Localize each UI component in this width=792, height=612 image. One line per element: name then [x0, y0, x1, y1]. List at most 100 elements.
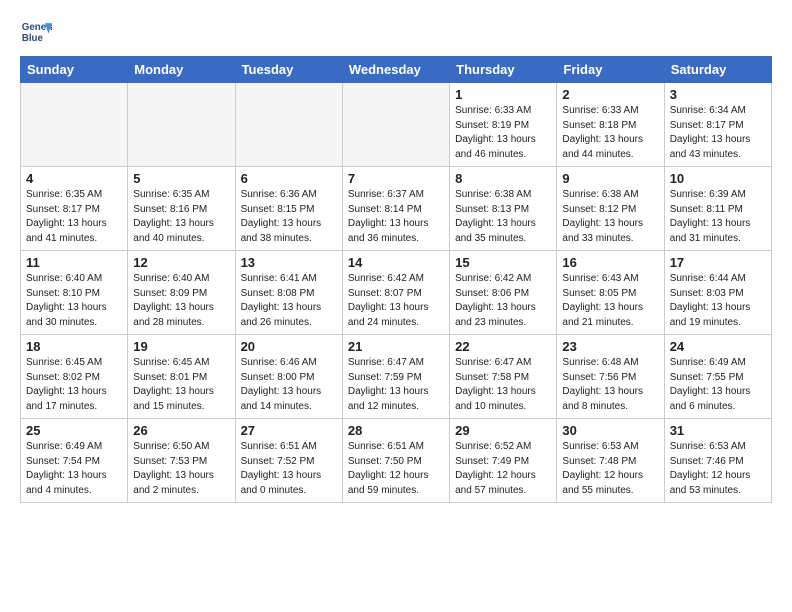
calendar-cell: 9Sunrise: 6:38 AM Sunset: 8:12 PM Daylig…: [557, 167, 664, 251]
calendar-cell: 3 Sunrise: 6:34 AM Sunset: 8:17 PM Daylig…: [664, 83, 771, 167]
day-number: 6: [241, 171, 337, 186]
day-number: 29: [455, 423, 551, 438]
day-info: Sunrise: 6:47 AM Sunset: 7:59 PM Dayligh…: [348, 356, 444, 414]
day-info: Sunrise: 6:43 AM Sunset: 8:05 PM Dayligh…: [562, 272, 658, 330]
day-info: Sunrise: 6:51 AM Sunset: 7:50 PM Dayligh…: [348, 440, 444, 498]
day-number: 27: [241, 423, 337, 438]
calendar-cell: 1Sunrise: 6:33 AM Sunset: 8:19 PM Daylig…: [450, 83, 557, 167]
calendar-cell: 2Sunrise: 6:33 AM Sunset: 8:18 PM Daylig…: [557, 83, 664, 167]
calendar-body: 1Sunrise: 6:33 AM Sunset: 8:19 PM Daylig…: [21, 83, 772, 503]
logo-icon: General Blue: [20, 16, 52, 48]
calendar-cell: 7 Sunrise: 6:37 AM Sunset: 8:14 PM Daylig…: [342, 167, 449, 251]
svg-text:Blue: Blue: [22, 33, 44, 44]
calendar-cell: 10 Sunrise: 6:39 AM Sunset: 8:11 PM Dayli…: [664, 167, 771, 251]
day-number: 7: [348, 171, 444, 186]
calendar-cell: 26 Sunrise: 6:50 AM Sunset: 7:53 PM Dayli…: [128, 419, 235, 503]
calendar-cell: [342, 83, 449, 167]
calendar-cell: 23Sunrise: 6:48 AM Sunset: 7:56 PM Dayli…: [557, 335, 664, 419]
day-info: Sunrise: 6:40 AM Sunset: 8:09 PM Dayligh…: [133, 272, 229, 330]
calendar-cell: 19Sunrise: 6:45 AM Sunset: 8:01 PM Dayli…: [128, 335, 235, 419]
calendar-cell: 12 Sunrise: 6:40 AM Sunset: 8:09 PM Dayli…: [128, 251, 235, 335]
column-header-saturday: Saturday: [664, 57, 771, 83]
calendar-header-row: SundayMondayTuesdayWednesdayThursdayFrid…: [21, 57, 772, 83]
day-info: Sunrise: 6:44 AM Sunset: 8:03 PM Dayligh…: [670, 272, 766, 330]
calendar-cell: 8 Sunrise: 6:38 AM Sunset: 8:13 PM Daylig…: [450, 167, 557, 251]
day-number: 26: [133, 423, 229, 438]
day-info: Sunrise: 6:46 AM Sunset: 8:00 PM Dayligh…: [241, 356, 337, 414]
day-number: 15: [455, 255, 551, 270]
calendar-cell: 30 Sunrise: 6:53 AM Sunset: 7:48 PM Dayli…: [557, 419, 664, 503]
calendar-cell: 17 Sunrise: 6:44 AM Sunset: 8:03 PM Dayli…: [664, 251, 771, 335]
calendar-week-4: 18Sunrise: 6:45 AM Sunset: 8:02 PM Dayli…: [21, 335, 772, 419]
day-info: Sunrise: 6:47 AM Sunset: 7:58 PM Dayligh…: [455, 356, 551, 414]
calendar-cell: 11 Sunrise: 6:40 AM Sunset: 8:10 PM Dayli…: [21, 251, 128, 335]
day-info: Sunrise: 6:42 AM Sunset: 8:06 PM Dayligh…: [455, 272, 551, 330]
calendar-cell: 18Sunrise: 6:45 AM Sunset: 8:02 PM Dayli…: [21, 335, 128, 419]
day-number: 22: [455, 339, 551, 354]
day-number: 24: [670, 339, 766, 354]
day-info: Sunrise: 6:49 AM Sunset: 7:55 PM Dayligh…: [670, 356, 766, 414]
column-header-friday: Friday: [557, 57, 664, 83]
day-number: 25: [26, 423, 122, 438]
day-info: Sunrise: 6:45 AM Sunset: 8:01 PM Dayligh…: [133, 356, 229, 414]
day-info: Sunrise: 6:50 AM Sunset: 7:53 PM Dayligh…: [133, 440, 229, 498]
calendar-cell: 29Sunrise: 6:52 AM Sunset: 7:49 PM Dayli…: [450, 419, 557, 503]
calendar-cell: 24 Sunrise: 6:49 AM Sunset: 7:55 PM Dayli…: [664, 335, 771, 419]
day-number: 11: [26, 255, 122, 270]
day-info: Sunrise: 6:49 AM Sunset: 7:54 PM Dayligh…: [26, 440, 122, 498]
column-header-tuesday: Tuesday: [235, 57, 342, 83]
calendar-cell: 21Sunrise: 6:47 AM Sunset: 7:59 PM Dayli…: [342, 335, 449, 419]
calendar-cell: [128, 83, 235, 167]
day-info: Sunrise: 6:48 AM Sunset: 7:56 PM Dayligh…: [562, 356, 658, 414]
day-number: 1: [455, 87, 551, 102]
calendar-cell: 4 Sunrise: 6:35 AM Sunset: 8:17 PM Daylig…: [21, 167, 128, 251]
day-info: Sunrise: 6:34 AM Sunset: 8:17 PM Dayligh…: [670, 104, 766, 162]
calendar-cell: [21, 83, 128, 167]
day-number: 16: [562, 255, 658, 270]
day-info: Sunrise: 6:37 AM Sunset: 8:14 PM Dayligh…: [348, 188, 444, 246]
day-number: 13: [241, 255, 337, 270]
calendar-cell: 20 Sunrise: 6:46 AM Sunset: 8:00 PM Dayli…: [235, 335, 342, 419]
calendar-week-5: 25 Sunrise: 6:49 AM Sunset: 7:54 PM Dayli…: [21, 419, 772, 503]
day-info: Sunrise: 6:36 AM Sunset: 8:15 PM Dayligh…: [241, 188, 337, 246]
column-header-monday: Monday: [128, 57, 235, 83]
day-number: 12: [133, 255, 229, 270]
calendar-cell: 22 Sunrise: 6:47 AM Sunset: 7:58 PM Dayli…: [450, 335, 557, 419]
day-number: 17: [670, 255, 766, 270]
day-info: Sunrise: 6:35 AM Sunset: 8:17 PM Dayligh…: [26, 188, 122, 246]
day-info: Sunrise: 6:53 AM Sunset: 7:48 PM Dayligh…: [562, 440, 658, 498]
calendar-cell: 31Sunrise: 6:53 AM Sunset: 7:46 PM Dayli…: [664, 419, 771, 503]
day-info: Sunrise: 6:38 AM Sunset: 8:13 PM Dayligh…: [455, 188, 551, 246]
day-info: Sunrise: 6:35 AM Sunset: 8:16 PM Dayligh…: [133, 188, 229, 246]
logo: General Blue: [20, 16, 52, 48]
column-header-sunday: Sunday: [21, 57, 128, 83]
day-number: 4: [26, 171, 122, 186]
calendar-cell: 27 Sunrise: 6:51 AM Sunset: 7:52 PM Dayli…: [235, 419, 342, 503]
calendar-week-3: 11 Sunrise: 6:40 AM Sunset: 8:10 PM Dayli…: [21, 251, 772, 335]
calendar-cell: 5Sunrise: 6:35 AM Sunset: 8:16 PM Daylig…: [128, 167, 235, 251]
day-info: Sunrise: 6:53 AM Sunset: 7:46 PM Dayligh…: [670, 440, 766, 498]
column-header-wednesday: Wednesday: [342, 57, 449, 83]
day-info: Sunrise: 6:33 AM Sunset: 8:18 PM Dayligh…: [562, 104, 658, 162]
calendar-table: SundayMondayTuesdayWednesdayThursdayFrid…: [20, 56, 772, 503]
calendar-cell: 15 Sunrise: 6:42 AM Sunset: 8:06 PM Dayli…: [450, 251, 557, 335]
day-number: 30: [562, 423, 658, 438]
calendar-cell: 28Sunrise: 6:51 AM Sunset: 7:50 PM Dayli…: [342, 419, 449, 503]
calendar-cell: 6 Sunrise: 6:36 AM Sunset: 8:15 PM Daylig…: [235, 167, 342, 251]
page-header: General Blue: [20, 16, 772, 48]
calendar-cell: 25 Sunrise: 6:49 AM Sunset: 7:54 PM Dayli…: [21, 419, 128, 503]
day-info: Sunrise: 6:42 AM Sunset: 8:07 PM Dayligh…: [348, 272, 444, 330]
day-number: 8: [455, 171, 551, 186]
day-info: Sunrise: 6:40 AM Sunset: 8:10 PM Dayligh…: [26, 272, 122, 330]
day-info: Sunrise: 6:39 AM Sunset: 8:11 PM Dayligh…: [670, 188, 766, 246]
day-number: 3: [670, 87, 766, 102]
day-info: Sunrise: 6:51 AM Sunset: 7:52 PM Dayligh…: [241, 440, 337, 498]
day-number: 20: [241, 339, 337, 354]
calendar-cell: [235, 83, 342, 167]
day-info: Sunrise: 6:45 AM Sunset: 8:02 PM Dayligh…: [26, 356, 122, 414]
calendar-week-2: 4 Sunrise: 6:35 AM Sunset: 8:17 PM Daylig…: [21, 167, 772, 251]
day-number: 14: [348, 255, 444, 270]
calendar-cell: 13Sunrise: 6:41 AM Sunset: 8:08 PM Dayli…: [235, 251, 342, 335]
day-number: 10: [670, 171, 766, 186]
calendar-cell: 16 Sunrise: 6:43 AM Sunset: 8:05 PM Dayli…: [557, 251, 664, 335]
